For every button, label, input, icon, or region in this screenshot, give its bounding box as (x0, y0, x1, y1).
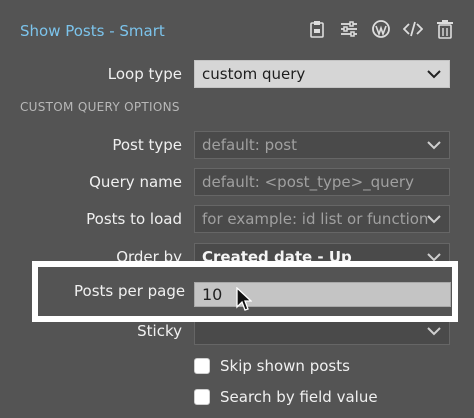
clipboard-icon[interactable] (306, 18, 328, 40)
posts-to-load-select[interactable]: for example: id list or function (194, 205, 450, 233)
query-name-input[interactable]: default: <post_type>_query (194, 168, 450, 196)
chevron-down-icon (427, 327, 441, 336)
loop-type-label: Loop type (107, 65, 182, 83)
search-by-field-value-checkbox[interactable] (194, 389, 210, 405)
sticky-label: Sticky (137, 322, 182, 340)
query-name-label: Query name (89, 173, 182, 191)
post-type-select[interactable]: default: post (194, 131, 450, 159)
loop-type-select[interactable]: custom query (194, 60, 450, 88)
sliders-icon[interactable] (338, 18, 360, 40)
chevron-down-icon (427, 215, 441, 224)
section-title: CUSTOM QUERY OPTIONS (20, 100, 180, 114)
posts-per-page-input[interactable]: 10 (194, 282, 451, 307)
posts-to-load-row: Posts to load for example: id list or fu… (0, 205, 474, 235)
wordpress-icon[interactable] (370, 18, 392, 40)
skip-shown-posts-option[interactable]: Skip shown posts (194, 355, 350, 377)
panel-toolbar (306, 18, 456, 40)
header-title: Show Posts - Smart (20, 22, 165, 40)
posts-to-load-placeholder: for example: id list or function (202, 210, 429, 228)
chevron-down-icon (427, 141, 441, 150)
chevron-down-icon (427, 70, 441, 79)
search-by-field-value-label: Search by field value (220, 388, 378, 406)
loop-type-row: Loop type custom query (0, 60, 474, 90)
posts-per-page-label: Posts per page (74, 282, 186, 300)
post-type-label: Post type (112, 136, 182, 154)
loop-type-value: custom query (202, 65, 306, 83)
posts-per-page-value: 10 (202, 285, 223, 304)
post-type-row: Post type default: post (0, 131, 474, 161)
code-icon[interactable] (402, 18, 424, 40)
posts-to-load-label: Posts to load (86, 210, 182, 228)
mouse-cursor-icon (236, 287, 252, 311)
skip-shown-posts-label: Skip shown posts (220, 357, 350, 375)
query-name-placeholder: default: <post_type>_query (202, 173, 414, 191)
trash-icon[interactable] (434, 18, 456, 40)
search-by-field-value-option[interactable]: Search by field value (194, 386, 378, 408)
post-type-placeholder: default: post (202, 136, 297, 154)
skip-shown-posts-checkbox[interactable] (194, 358, 210, 374)
query-name-row: Query name default: <post_type>_query (0, 168, 474, 198)
